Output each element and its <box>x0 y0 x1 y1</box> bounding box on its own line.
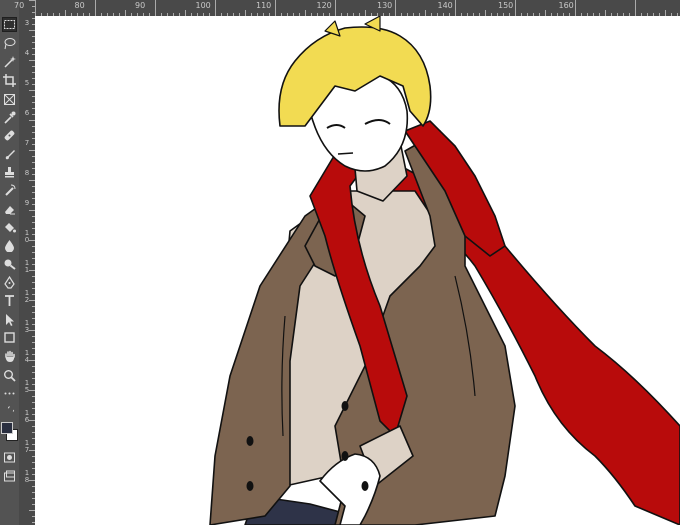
ruler-label: 150 <box>498 1 514 10</box>
pen-tool[interactable] <box>2 275 17 290</box>
brush-icon <box>5 150 15 160</box>
mouth <box>337 152 354 155</box>
ruler-label: 130 <box>377 1 393 10</box>
ruler-label: 6 <box>24 109 30 117</box>
ruler-label: 1 8 <box>24 469 30 484</box>
history-brush-icon <box>5 184 16 196</box>
clone-stamp-icon <box>5 167 14 178</box>
coat-button-dot <box>361 481 369 491</box>
paint-bucket-tool[interactable] <box>2 220 17 235</box>
blur-icon <box>5 240 14 252</box>
ruler-label: 1 6 <box>24 409 30 424</box>
zoom-icon <box>4 370 16 382</box>
hair-spike <box>324 20 341 37</box>
pen-icon <box>4 276 15 289</box>
ruler-label: 100 <box>195 1 211 10</box>
ruler-label: 3 <box>24 19 30 27</box>
screen-mode-button[interactable] <box>2 469 17 484</box>
ruler-label: 1 4 <box>24 349 30 364</box>
document-canvas[interactable] <box>35 16 680 525</box>
coat-button-dot <box>246 481 254 491</box>
ruler-label: 80 <box>74 1 85 10</box>
toolbar <box>0 0 20 525</box>
clone-stamp-tool[interactable] <box>2 165 17 180</box>
lasso-tool[interactable] <box>2 36 17 51</box>
path-selection-tool[interactable] <box>2 312 17 327</box>
lasso-icon <box>4 38 16 50</box>
paint-bucket-icon <box>5 223 16 233</box>
swap-colors-icon <box>7 405 15 412</box>
magic-wand-icon <box>4 56 16 68</box>
ruler-label: 9 <box>24 199 30 207</box>
ruler-label: 7 <box>24 139 30 147</box>
ruler-label: 70 <box>14 1 25 10</box>
ruler-label: 1 7 <box>24 439 30 454</box>
rectangle-shape-tool[interactable] <box>2 330 17 345</box>
dodge-tool[interactable] <box>2 256 17 271</box>
coat-button-dot <box>341 451 349 461</box>
ruler-label: 90 <box>135 1 146 10</box>
zoom-tool[interactable] <box>2 368 17 383</box>
ruler-label: 1 5 <box>24 379 30 394</box>
ruler-label: 140 <box>437 1 453 10</box>
ruler-label: 1 0 <box>24 229 30 244</box>
vertical-ruler: 3 4 5 6 7 8 9 1 0 1 1 1 2 1 3 1 4 1 5 1 6 1 7 1 8 <box>19 0 35 525</box>
healing-brush-icon <box>4 130 15 141</box>
ruler-label: 120 <box>316 1 332 10</box>
type-icon <box>5 295 14 306</box>
eyedropper-tool[interactable] <box>2 110 17 125</box>
path-selection-icon <box>6 314 14 326</box>
rectangular-marquee-tool[interactable] <box>2 17 17 32</box>
ruler-label: 1 2 <box>24 289 30 304</box>
screen-mode-icon <box>4 470 15 482</box>
hand-tool[interactable] <box>2 349 17 364</box>
ruler-label: 5 <box>24 79 30 87</box>
history-brush-tool[interactable] <box>2 183 17 198</box>
type-tool[interactable] <box>2 293 17 308</box>
hand-icon <box>5 350 15 362</box>
ruler-label: 1 1 <box>24 259 30 274</box>
more-tools-tool[interactable] <box>2 386 17 401</box>
horizontal-ruler: 70 80 90 100 110 120 130 140 150 160 <box>14 0 680 16</box>
brush-tool[interactable] <box>2 147 17 162</box>
frame-icon <box>4 94 15 105</box>
eyedropper-icon <box>4 111 16 124</box>
coat-button-dot <box>246 436 254 446</box>
more-tools-icon <box>4 392 15 395</box>
dodge-icon <box>4 259 16 270</box>
quick-mask-button[interactable] <box>2 450 17 465</box>
coat-button-dot <box>341 401 349 411</box>
swap-colors-button[interactable] <box>6 404 16 414</box>
ruler-label: 110 <box>256 1 272 10</box>
eraser-tool[interactable] <box>2 202 17 217</box>
ruler-label: 160 <box>558 1 574 10</box>
ruler-label: 8 <box>24 169 30 177</box>
rectangular-marquee-icon <box>4 20 15 29</box>
magic-wand-tool[interactable] <box>2 54 17 69</box>
healing-brush-tool[interactable] <box>2 128 17 143</box>
foreground-color-swatch[interactable] <box>1 422 13 434</box>
frame-tool[interactable] <box>2 92 17 107</box>
quick-mask-icon <box>4 452 15 463</box>
crop-icon <box>3 74 16 87</box>
ruler-label: 1 3 <box>24 319 30 334</box>
crop-tool[interactable] <box>2 73 17 88</box>
illustration <box>209 16 680 525</box>
blur-tool[interactable] <box>2 238 17 253</box>
eraser-icon <box>5 206 15 215</box>
ruler-label: 4 <box>24 49 30 57</box>
rectangle-shape-icon <box>4 332 15 343</box>
